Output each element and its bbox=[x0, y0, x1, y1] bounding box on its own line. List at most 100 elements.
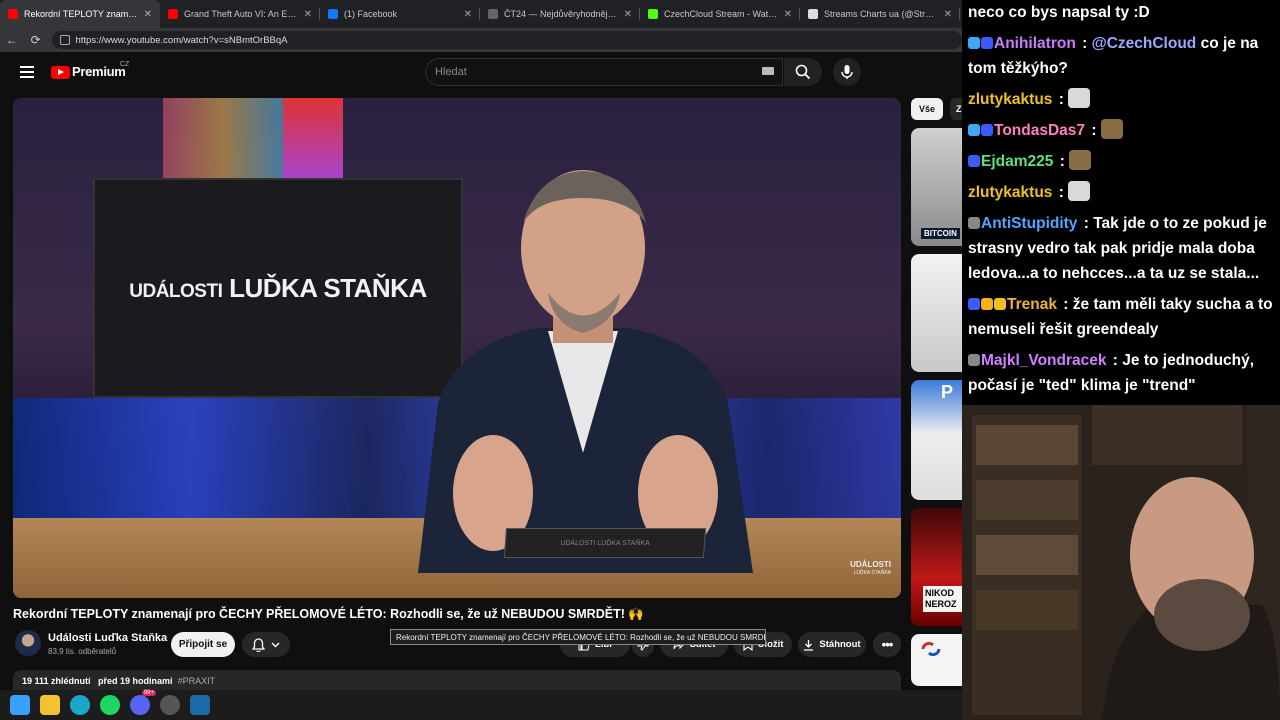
chevron-down-icon bbox=[271, 642, 280, 647]
download-label: Stáhnout bbox=[819, 639, 861, 650]
browser-tab[interactable]: Grand Theft Auto VI: An Extended ✕ bbox=[160, 0, 320, 28]
voice-search-button[interactable] bbox=[833, 58, 861, 86]
chat-username[interactable]: Trenak bbox=[1007, 296, 1057, 313]
menu-icon[interactable] bbox=[20, 66, 34, 78]
windows-icon[interactable] bbox=[10, 695, 30, 715]
edge-icon[interactable] bbox=[70, 695, 90, 715]
chat-badge-icon bbox=[981, 124, 993, 136]
chat-username[interactable]: TondasDas7 bbox=[994, 122, 1085, 139]
keyboard-icon[interactable] bbox=[762, 67, 774, 75]
chat-username[interactable]: Anihilatron bbox=[994, 35, 1076, 52]
tab-separator bbox=[959, 8, 960, 20]
steam-icon[interactable] bbox=[190, 695, 210, 715]
site-info-icon[interactable] bbox=[59, 35, 70, 45]
discord-icon[interactable]: 99+ bbox=[130, 690, 156, 715]
related-thumb-1-label: BITCOIN bbox=[921, 228, 960, 239]
download-button[interactable]: Stáhnout bbox=[798, 632, 866, 657]
discord-notification-badge: 99+ bbox=[141, 690, 156, 696]
tab-close-icon[interactable]: ✕ bbox=[144, 9, 152, 20]
video-overlay-title: UDÁLOSTI LUĎKA STAŇKA bbox=[129, 273, 427, 304]
related-thumb-4-label: NIKOD NEROZ bbox=[923, 586, 962, 612]
chat-username[interactable]: Majkl_Vondracek bbox=[981, 352, 1107, 369]
subscriber-count: 83,9 tis. odběratelů bbox=[48, 647, 117, 656]
chat-badge-icon bbox=[981, 298, 993, 310]
chat-badge-icon bbox=[968, 354, 980, 366]
tab-favicon-icon bbox=[8, 9, 18, 19]
bell-icon bbox=[252, 637, 265, 652]
related-thumb-5[interactable] bbox=[911, 634, 962, 686]
chat-message: TondasDas7 : bbox=[968, 118, 1274, 143]
related-thumb-4[interactable]: NIKOD NEROZ bbox=[911, 508, 962, 626]
browser-tab-strip: Rekordní TEPLOTY znamenají pro Č✕Grand T… bbox=[0, 0, 962, 28]
chip-all[interactable]: Vše bbox=[911, 98, 944, 120]
download-icon bbox=[804, 639, 814, 651]
search-input[interactable]: Hledat bbox=[425, 58, 783, 86]
chat-mention[interactable]: @CzechCloud bbox=[1092, 35, 1197, 52]
chat-badge-icon bbox=[968, 124, 980, 136]
more-actions-button[interactable]: ••• bbox=[873, 632, 901, 657]
hashtag-link[interactable]: #PRAXIT bbox=[178, 676, 216, 686]
video-shelf-decor bbox=[163, 98, 283, 178]
tab-favicon-icon bbox=[648, 9, 658, 19]
url-text: https://www.youtube.com/watch?v=sNBmtOrB… bbox=[75, 34, 288, 46]
spotify-icon[interactable] bbox=[100, 695, 120, 715]
obs-icon[interactable] bbox=[160, 695, 180, 715]
presenter-figure bbox=[418, 170, 753, 573]
region-code: CZ bbox=[120, 61, 130, 68]
tab-close-icon[interactable]: ✕ bbox=[784, 9, 792, 20]
tab-favicon-icon bbox=[328, 9, 338, 19]
join-button[interactable]: Připojit se bbox=[171, 632, 235, 657]
video-watermark: UDÁLOSTI LUĎKA STAŇKA bbox=[850, 560, 891, 578]
browser-tab[interactable]: Streams Charts ua (@StreamsChar ✕ bbox=[800, 0, 960, 28]
chat-emote-icon bbox=[1100, 119, 1123, 139]
tab-close-icon[interactable]: ✕ bbox=[624, 9, 632, 20]
chip-next[interactable]: Z bbox=[950, 98, 962, 120]
video-player[interactable]: UDÁLOSTI LUĎKA STAŇKA UDÁLOSTI LUĎKA STA… bbox=[13, 98, 901, 598]
related-thumb-3-label: P bbox=[941, 382, 954, 402]
tab-favicon-icon bbox=[488, 9, 498, 19]
video-tablet: UDÁLOSTI LUĎKA STAŇKA bbox=[503, 528, 707, 558]
related-thumb-3[interactable]: P bbox=[911, 380, 962, 500]
chat-badge-icon bbox=[968, 217, 980, 229]
chat-username[interactable]: zlutykaktus bbox=[968, 91, 1052, 108]
browser-tab[interactable]: ČT24 — Nejdůvěryhodnější zprav ✕ bbox=[480, 0, 640, 28]
youtube-premium-label[interactable]: Premium bbox=[72, 64, 126, 79]
tab-title: ČT24 — Nejdůvěryhodnější zprav bbox=[504, 9, 618, 19]
reload-icon[interactable]: ⟳ bbox=[24, 33, 48, 47]
channel-name[interactable]: Události Luďka Staňka bbox=[48, 632, 167, 644]
chat-emote-icon bbox=[1069, 150, 1092, 170]
chat-badge-icon bbox=[968, 37, 980, 49]
tab-favicon-icon bbox=[808, 9, 818, 19]
back-icon[interactable]: ← bbox=[0, 33, 24, 47]
explorer-icon[interactable] bbox=[40, 695, 60, 715]
watermark-line-2: LUĎKA STAŇKA bbox=[853, 570, 891, 576]
chat-username[interactable]: zlutykaktus bbox=[968, 184, 1052, 201]
webcam-scene bbox=[962, 405, 1280, 720]
related-thumb-1[interactable]: BITCOIN bbox=[911, 128, 962, 246]
url-field[interactable]: https://www.youtube.com/watch?v=sNBmtOrB… bbox=[51, 31, 962, 49]
browser-tab[interactable]: Rekordní TEPLOTY znamenají pro Č ✕ bbox=[0, 0, 160, 28]
chat-username[interactable]: Ejdam225 bbox=[981, 153, 1053, 170]
title-tooltip: Rekordní TEPLOTY znamenají pro ČECHY PŘE… bbox=[390, 629, 766, 645]
tab-close-icon[interactable]: ✕ bbox=[464, 9, 472, 20]
video-overlay-title-small: UDÁLOSTI bbox=[129, 280, 223, 302]
tab-close-icon[interactable]: ✕ bbox=[944, 9, 952, 20]
notification-bell-button[interactable] bbox=[242, 632, 290, 657]
upload-time: před 19 hodinami bbox=[98, 676, 173, 686]
chat-message: Anihilatron : @CzechCloud co je na tom t… bbox=[968, 35, 1259, 77]
search-button[interactable] bbox=[784, 58, 822, 86]
tab-favicon-icon bbox=[168, 9, 178, 19]
browser-tab[interactable]: (1) Facebook ✕ bbox=[320, 0, 480, 28]
youtube-logo-icon[interactable] bbox=[51, 66, 70, 79]
search-icon bbox=[795, 64, 811, 80]
tab-title: (1) Facebook bbox=[344, 9, 398, 19]
chat-emote-icon bbox=[1068, 88, 1091, 108]
channel-avatar[interactable] bbox=[15, 630, 41, 656]
chat-message: zlutykaktus : bbox=[968, 180, 1274, 205]
chat-username[interactable]: AntiStupidity bbox=[981, 215, 1077, 232]
tab-title: CzechCloud Stream - Watch Live o bbox=[664, 9, 778, 19]
related-thumb-2[interactable] bbox=[911, 254, 962, 372]
tab-close-icon[interactable]: ✕ bbox=[304, 9, 312, 20]
webcam-feed bbox=[962, 405, 1280, 720]
browser-tab[interactable]: CzechCloud Stream - Watch Live o ✕ bbox=[640, 0, 800, 28]
